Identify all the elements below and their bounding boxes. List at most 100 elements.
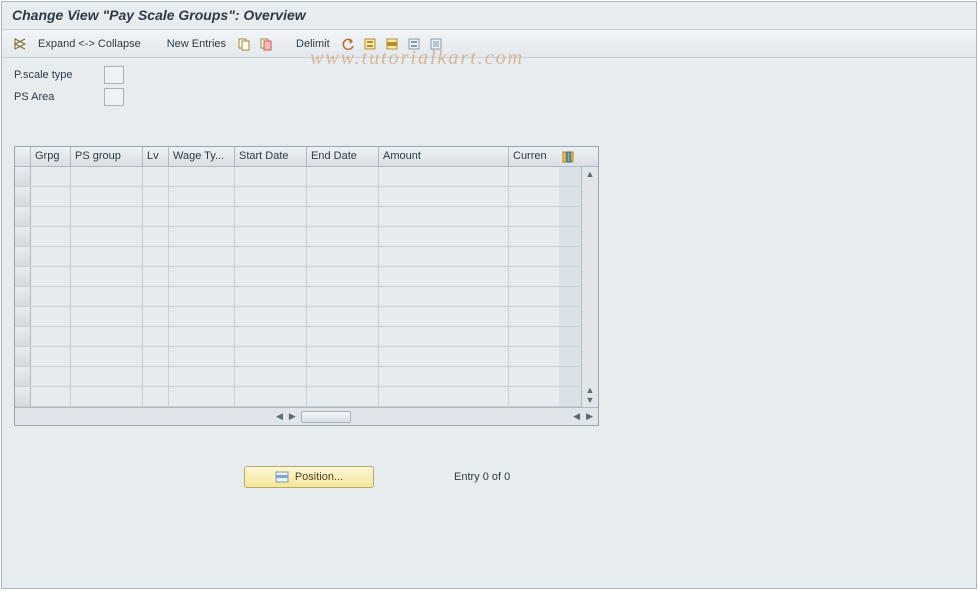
cell[interactable]: [235, 347, 307, 366]
ps-area-input[interactable]: [104, 88, 124, 106]
cell[interactable]: [31, 347, 71, 366]
scroll-right-icon[interactable]: ▶: [583, 411, 596, 422]
toggle-icon[interactable]: [12, 36, 28, 52]
cell[interactable]: [307, 367, 379, 386]
cell[interactable]: [509, 247, 559, 266]
cell[interactable]: [235, 387, 307, 406]
cell[interactable]: [509, 267, 559, 286]
cell[interactable]: [31, 227, 71, 246]
cell[interactable]: [71, 207, 143, 226]
cell[interactable]: [379, 207, 509, 226]
col-start-date[interactable]: Start Date: [235, 147, 307, 166]
cell[interactable]: [71, 227, 143, 246]
cell[interactable]: [509, 387, 559, 406]
cell[interactable]: [31, 247, 71, 266]
cell[interactable]: [235, 267, 307, 286]
vertical-scrollbar[interactable]: ▲ ▲ ▼: [581, 167, 598, 407]
cell[interactable]: [169, 227, 235, 246]
cell[interactable]: [31, 187, 71, 206]
cell[interactable]: [235, 187, 307, 206]
cell[interactable]: [71, 327, 143, 346]
horizontal-scrollbar[interactable]: ◀ ▶ ◀ ▶: [15, 407, 598, 425]
cell[interactable]: [71, 387, 143, 406]
row-selector[interactable]: [15, 187, 31, 206]
select-block-icon[interactable]: [384, 36, 400, 52]
col-ps-group[interactable]: PS group: [71, 147, 143, 166]
row-selector[interactable]: [15, 327, 31, 346]
cell[interactable]: [379, 187, 509, 206]
cell[interactable]: [143, 387, 169, 406]
cell[interactable]: [379, 247, 509, 266]
scroll-up-icon[interactable]: ▲: [586, 169, 595, 179]
row-selector[interactable]: [15, 387, 31, 406]
cell[interactable]: [31, 167, 71, 186]
copy-as-icon[interactable]: [258, 36, 274, 52]
cell[interactable]: [307, 247, 379, 266]
cell[interactable]: [235, 327, 307, 346]
row-selector[interactable]: [15, 307, 31, 326]
cell[interactable]: [71, 287, 143, 306]
delimit-button[interactable]: Delimit: [292, 36, 334, 52]
cell[interactable]: [169, 287, 235, 306]
cell[interactable]: [31, 307, 71, 326]
col-wage-type[interactable]: Wage Ty...: [169, 147, 235, 166]
cell[interactable]: [143, 267, 169, 286]
cell[interactable]: [307, 167, 379, 186]
row-selector[interactable]: [15, 167, 31, 186]
cell[interactable]: [169, 167, 235, 186]
cell[interactable]: [169, 387, 235, 406]
cell[interactable]: [509, 367, 559, 386]
table-row[interactable]: [15, 247, 581, 267]
cell[interactable]: [169, 347, 235, 366]
cell[interactable]: [31, 267, 71, 286]
cell[interactable]: [379, 367, 509, 386]
cell[interactable]: [169, 307, 235, 326]
cell[interactable]: [31, 367, 71, 386]
cell[interactable]: [143, 227, 169, 246]
expand-collapse-button[interactable]: Expand <-> Collapse: [34, 36, 145, 52]
cell[interactable]: [169, 187, 235, 206]
cell[interactable]: [71, 187, 143, 206]
cell[interactable]: [307, 227, 379, 246]
cell[interactable]: [71, 347, 143, 366]
col-end-date[interactable]: End Date: [307, 147, 379, 166]
scroll-thumb[interactable]: [301, 411, 351, 423]
table-row[interactable]: [15, 367, 581, 387]
scroll-left-end-icon[interactable]: ◀: [570, 411, 583, 422]
row-selector[interactable]: [15, 267, 31, 286]
select-all-icon[interactable]: [362, 36, 378, 52]
cell[interactable]: [235, 287, 307, 306]
scroll-right-step-icon[interactable]: ▶: [286, 411, 299, 422]
cell[interactable]: [143, 327, 169, 346]
cell[interactable]: [307, 207, 379, 226]
table-row[interactable]: [15, 327, 581, 347]
cell[interactable]: [509, 327, 559, 346]
table-row[interactable]: [15, 387, 581, 407]
col-amount[interactable]: Amount: [379, 147, 509, 166]
cell[interactable]: [71, 247, 143, 266]
cell[interactable]: [143, 367, 169, 386]
cell[interactable]: [169, 267, 235, 286]
row-selector[interactable]: [15, 367, 31, 386]
cell[interactable]: [379, 347, 509, 366]
table-row[interactable]: [15, 267, 581, 287]
cell[interactable]: [379, 287, 509, 306]
cell[interactable]: [71, 267, 143, 286]
cell[interactable]: [143, 187, 169, 206]
cell[interactable]: [307, 387, 379, 406]
cell[interactable]: [235, 207, 307, 226]
table-row[interactable]: [15, 347, 581, 367]
select-all-corner[interactable]: [15, 147, 31, 166]
cell[interactable]: [379, 167, 509, 186]
cell[interactable]: [379, 387, 509, 406]
cell[interactable]: [235, 367, 307, 386]
print-icon[interactable]: [428, 36, 444, 52]
new-entries-button[interactable]: New Entries: [163, 36, 230, 52]
cell[interactable]: [379, 227, 509, 246]
cell[interactable]: [143, 247, 169, 266]
cell[interactable]: [379, 327, 509, 346]
deselect-all-icon[interactable]: [406, 36, 422, 52]
configure-columns-icon[interactable]: [559, 147, 577, 166]
col-lv[interactable]: Lv: [143, 147, 169, 166]
table-row[interactable]: [15, 227, 581, 247]
